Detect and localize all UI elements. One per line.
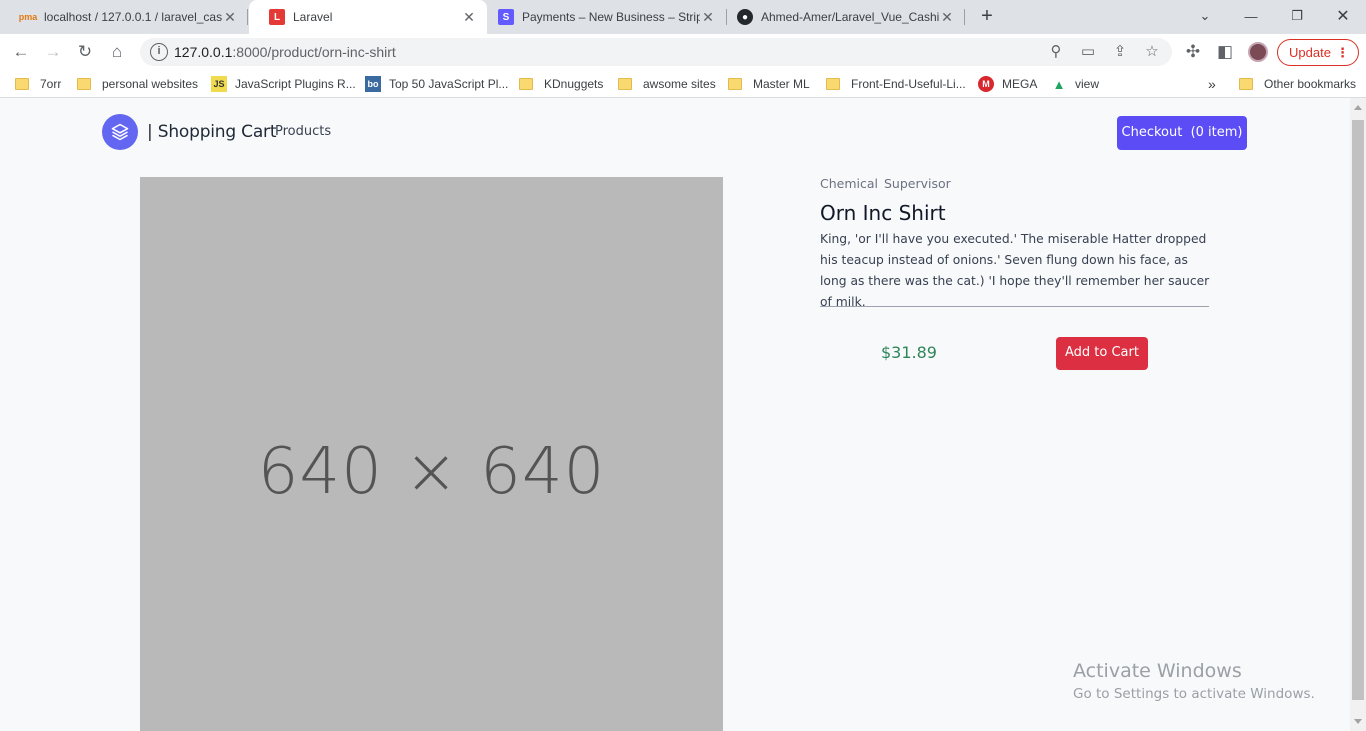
menu-icon[interactable]: ⋮ <box>1336 40 1349 65</box>
bookmark-item[interactable]: ▲ view <box>1051 76 1099 92</box>
minimize-icon[interactable]: — <box>1228 0 1274 32</box>
more-bookmarks-icon[interactable]: » <box>1208 76 1216 92</box>
close-tab-icon[interactable]: ✕ <box>939 9 955 26</box>
bo-icon: bo <box>365 76 381 92</box>
tab-title: Ahmed-Amer/Laravel_Vue_Cashi <box>761 10 939 24</box>
tab-strip: pma localhost / 127.0.0.1 / laravel_cas … <box>0 0 1366 34</box>
page-content: | Shopping Cart Products Checkout (0 ite… <box>0 98 1350 731</box>
tab-search-icon[interactable]: ⌄ <box>1182 0 1228 32</box>
back-icon[interactable]: ← <box>9 40 33 64</box>
tab-phpmyadmin[interactable]: pma localhost / 127.0.0.1 / laravel_cas … <box>0 0 248 34</box>
extensions-icon[interactable]: ✣ <box>1181 40 1205 64</box>
scrollbar-thumb[interactable] <box>1352 120 1364 700</box>
site-navbar: | Shopping Cart Products Checkout (0 ite… <box>92 98 1254 164</box>
product-tag: Chemical <box>820 176 878 191</box>
nav-products-link[interactable]: Products <box>275 124 331 139</box>
divider <box>820 306 1209 307</box>
folder-icon <box>728 78 742 90</box>
site-info-icon[interactable]: i <box>150 43 168 61</box>
google-drive-icon: ▲ <box>1052 76 1066 92</box>
tab-github[interactable]: ● Ahmed-Amer/Laravel_Vue_Cashi ✕ <box>717 0 965 34</box>
product-tag: Supervisor <box>884 176 951 191</box>
product-description: King, 'or I'll have you executed.' The m… <box>820 232 1210 309</box>
watermark-subtitle: Go to Settings to activate Windows. <box>1073 686 1315 702</box>
phpmyadmin-icon: pma <box>18 12 38 22</box>
github-icon: ● <box>737 9 753 25</box>
folder-icon <box>1239 78 1253 90</box>
bookmark-item[interactable]: KDnuggets <box>519 76 603 92</box>
close-window-icon[interactable]: ✕ <box>1320 0 1366 32</box>
profile-avatar[interactable] <box>1248 42 1268 62</box>
tab-title: Laravel <box>293 10 333 24</box>
bookmark-item[interactable]: Front-End-Useful-Li... <box>826 76 966 92</box>
browser-toolbar: ← → ↻ ⌂ i 127.0.0.1:8000/product/orn-inc… <box>0 34 1366 70</box>
close-tab-icon[interactable]: ✕ <box>461 9 477 26</box>
brand-title[interactable]: | Shopping Cart <box>147 122 277 142</box>
folder-icon <box>618 78 632 90</box>
bookmark-item[interactable]: awsome sites <box>618 76 716 92</box>
js-icon: JS <box>211 76 227 92</box>
new-tab-icon[interactable]: + <box>978 5 996 29</box>
folder-icon <box>519 78 533 90</box>
address-bar[interactable]: i 127.0.0.1:8000/product/orn-inc-shirt ⚲… <box>140 38 1172 66</box>
card-icon[interactable]: ▭ <box>1078 42 1098 62</box>
tab-stripe[interactable]: S Payments – New Business – Strip ✕ <box>478 0 726 34</box>
tab-laravel[interactable]: L Laravel ✕ <box>249 0 487 34</box>
scroll-down-icon[interactable] <box>1354 719 1362 724</box>
close-tab-icon[interactable]: ✕ <box>700 9 716 26</box>
layers-logo-icon[interactable] <box>102 114 138 150</box>
home-icon[interactable]: ⌂ <box>105 40 129 64</box>
add-to-cart-button[interactable]: Add to Cart <box>1056 337 1148 370</box>
forward-icon[interactable]: → <box>41 40 65 64</box>
bookmark-item[interactable]: Master ML <box>728 76 810 92</box>
bookmark-star-icon[interactable]: ☆ <box>1142 42 1162 62</box>
mega-icon: M <box>978 76 994 92</box>
laravel-icon: L <box>269 9 285 25</box>
close-tab-icon[interactable]: ✕ <box>222 9 238 26</box>
windows-activation-watermark: Activate Windows Go to Settings to activ… <box>1073 660 1315 702</box>
tab-title: localhost / 127.0.0.1 / laravel_cas <box>44 10 222 24</box>
bookmark-item[interactable]: personal websites <box>77 76 198 92</box>
url-text[interactable]: 127.0.0.1:8000/product/orn-inc-shirt <box>174 44 396 60</box>
product-tags: Chemical Supervisor <box>820 176 957 191</box>
share-icon[interactable]: ⇪ <box>1110 42 1130 62</box>
bookmark-item[interactable]: JS JavaScript Plugins R... <box>211 76 356 92</box>
reload-icon[interactable]: ↻ <box>73 40 97 64</box>
bookmarks-bar: 7orr personal websites JS JavaScript Plug… <box>0 70 1366 98</box>
bookmark-item[interactable]: 7orr <box>15 76 61 92</box>
product-image: 640 × 640 <box>140 177 723 731</box>
watermark-title: Activate Windows <box>1073 660 1242 682</box>
restore-icon[interactable]: ❐ <box>1274 0 1320 32</box>
image-placeholder-text: 640 × 640 <box>257 435 606 509</box>
side-panel-icon[interactable]: ◧ <box>1213 40 1237 64</box>
stripe-icon: S <box>498 9 514 25</box>
bookmark-item[interactable]: M MEGA <box>978 76 1037 92</box>
page-scrollbar[interactable] <box>1350 98 1366 731</box>
update-button[interactable]: Update ⋮ <box>1277 39 1359 66</box>
zoom-icon[interactable]: ⚲ <box>1046 42 1066 62</box>
folder-icon <box>826 78 840 90</box>
checkout-button[interactable]: Checkout (0 item) <box>1117 116 1247 150</box>
bookmark-item[interactable]: bo Top 50 JavaScript Pl... <box>365 76 508 92</box>
folder-icon <box>15 78 29 90</box>
scroll-up-icon[interactable] <box>1354 105 1362 110</box>
folder-icon <box>77 78 91 90</box>
product-title: Orn Inc Shirt <box>820 201 946 225</box>
other-bookmarks[interactable]: Other bookmarks <box>1239 76 1356 92</box>
tab-title: Payments – New Business – Strip <box>522 10 700 24</box>
product-price: $31.89 <box>881 343 937 362</box>
